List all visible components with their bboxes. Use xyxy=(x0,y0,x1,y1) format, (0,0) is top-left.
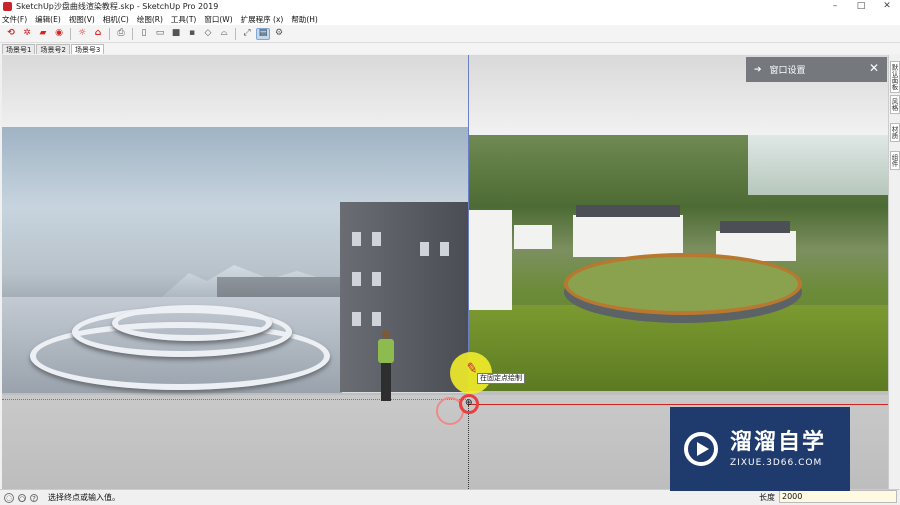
crosshair-icon: ⊕ xyxy=(465,398,473,408)
scale-figure[interactable] xyxy=(376,330,396,404)
red-axis xyxy=(468,404,888,405)
house xyxy=(514,225,552,249)
building-window xyxy=(352,312,361,326)
blue-axis xyxy=(468,55,469,355)
measurements-input[interactable]: 2000 xyxy=(779,490,897,503)
side-tray-tabs: 默认面板 风格 材质 组件 xyxy=(888,55,900,489)
side-tab-components[interactable]: 组件 xyxy=(890,151,900,170)
orbit-icon[interactable]: ⟲ xyxy=(4,28,18,40)
building-window xyxy=(372,312,381,326)
roof xyxy=(720,221,790,233)
measurements-label: 长度 xyxy=(759,493,775,502)
credits-icon[interactable]: ○ xyxy=(18,493,26,503)
panel-title: 窗口设置 xyxy=(769,66,806,76)
gear-icon[interactable]: ✲ xyxy=(20,28,34,40)
watermark: 溜溜自学 ZIXUE.3D66.COM xyxy=(670,407,850,491)
tall-building xyxy=(340,202,468,392)
inference-tooltip: 在固定点绘制 xyxy=(477,373,525,384)
building-window xyxy=(372,232,381,246)
summer-rendering-image xyxy=(468,135,888,391)
house xyxy=(468,210,512,310)
figure-legs xyxy=(381,363,391,401)
scene-tab-3[interactable]: 场景号3 xyxy=(70,44,105,54)
sky xyxy=(748,135,888,195)
watermark-url: ZIXUE.3D66.COM xyxy=(730,458,823,468)
green-roof-ring-building xyxy=(564,253,802,315)
red-axis-dotted xyxy=(2,399,468,400)
section-icon[interactable]: ▪ xyxy=(185,28,199,40)
watermark-brand: 溜溜自学 xyxy=(730,430,827,455)
shape-icon[interactable]: ⌓ xyxy=(217,28,231,40)
side-tab-materials[interactable]: 材质 xyxy=(890,123,900,142)
toolbar-divider xyxy=(70,27,71,40)
building-window xyxy=(372,272,381,286)
toolbar-divider xyxy=(132,27,133,40)
menu-window[interactable]: 窗口(W) xyxy=(204,14,232,25)
building-window xyxy=(352,272,361,286)
close-window-button[interactable]: ✕ xyxy=(874,0,900,13)
front-view-icon[interactable]: ▭ xyxy=(153,28,167,40)
menu-camera[interactable]: 相机(C) xyxy=(103,14,129,25)
side-tab-styles[interactable]: 风格 xyxy=(890,95,900,114)
figure-torso xyxy=(378,339,394,363)
geo-location-icon[interactable]: ◌ xyxy=(4,492,14,503)
status-message: 选择终点或输入值。 xyxy=(48,493,120,502)
building-window xyxy=(352,232,361,246)
tape-measure-icon[interactable]: ▤ xyxy=(256,27,270,40)
menu-file[interactable]: 文件(F) xyxy=(2,14,27,25)
window-controls: – □ ✕ xyxy=(822,0,900,13)
house xyxy=(573,215,683,257)
side-tab-default[interactable]: 默认面板 xyxy=(890,61,900,93)
menu-bar: 文件(F) 编辑(E) 视图(V) 相机(C) 绘图(R) 工具(T) 窗口(W… xyxy=(0,13,900,25)
resize-icon[interactable]: ⤢ xyxy=(240,28,254,40)
sun-icon[interactable]: ☼ xyxy=(75,28,89,40)
toolbar-divider xyxy=(109,27,110,40)
building-window xyxy=(440,242,449,256)
menu-extensions[interactable]: 扩展程序 (x) xyxy=(241,14,284,25)
building-window xyxy=(420,242,429,256)
help-icon[interactable]: ? xyxy=(30,493,38,503)
title-bar: SketchUp沙盘曲线渲染教程.skp - SketchUp Pro 2019… xyxy=(0,0,900,13)
play-logo-icon xyxy=(684,432,718,466)
sketchup-app-icon xyxy=(3,2,12,11)
winter-rendering-image xyxy=(2,127,468,393)
toolbar-divider xyxy=(235,27,236,40)
house-icon[interactable]: ⌂ xyxy=(91,28,105,40)
scene-tabs: 场景号1 场景号2 场景号3 xyxy=(0,43,900,54)
close-icon[interactable]: ✕ xyxy=(869,61,879,75)
scene-tab-2[interactable]: 场景号2 xyxy=(36,44,70,54)
menu-draw[interactable]: 绘图(R) xyxy=(137,14,163,25)
minimize-button[interactable]: – xyxy=(822,0,848,13)
top-view-icon[interactable]: ▯ xyxy=(137,28,151,40)
folder-icon[interactable]: ▰ xyxy=(36,28,50,40)
tray-panel-header[interactable]: ➔ 窗口设置 ✕ xyxy=(746,57,887,82)
iso-view-icon[interactable]: ◇ xyxy=(201,28,215,40)
figure-head xyxy=(382,330,390,339)
roof xyxy=(576,205,680,217)
watermark-text: 溜溜自学 ZIXUE.3D66.COM xyxy=(730,430,826,468)
spiral-ring-inner xyxy=(112,305,272,341)
window-title: SketchUp沙盘曲线渲染教程.skp - SketchUp Pro 2019 xyxy=(16,2,219,11)
meadow xyxy=(468,305,888,391)
collapse-arrow-icon[interactable]: ➔ xyxy=(754,65,762,75)
menu-view[interactable]: 视图(V) xyxy=(69,14,95,25)
box-icon[interactable]: ■ xyxy=(169,28,183,40)
scene-tab-1[interactable]: 场景号1 xyxy=(2,44,36,54)
menu-help[interactable]: 帮助(H) xyxy=(291,14,318,25)
maximize-button[interactable]: □ xyxy=(848,0,874,13)
menu-edit[interactable]: 编辑(E) xyxy=(35,14,61,25)
toolbar: ⟲ ✲ ▰ ◉ ☼ ⌂ ⎙ ▯ ▭ ■ ▪ ◇ ⌓ ⤢ ▤ ⚙ xyxy=(0,25,900,43)
green-axis-dotted xyxy=(468,405,469,489)
print-icon[interactable]: ⎙ xyxy=(114,28,128,40)
camera-icon[interactable]: ◉ xyxy=(52,28,66,40)
menu-tools[interactable]: 工具(T) xyxy=(171,14,196,25)
settings-icon[interactable]: ⚙ xyxy=(272,28,286,40)
